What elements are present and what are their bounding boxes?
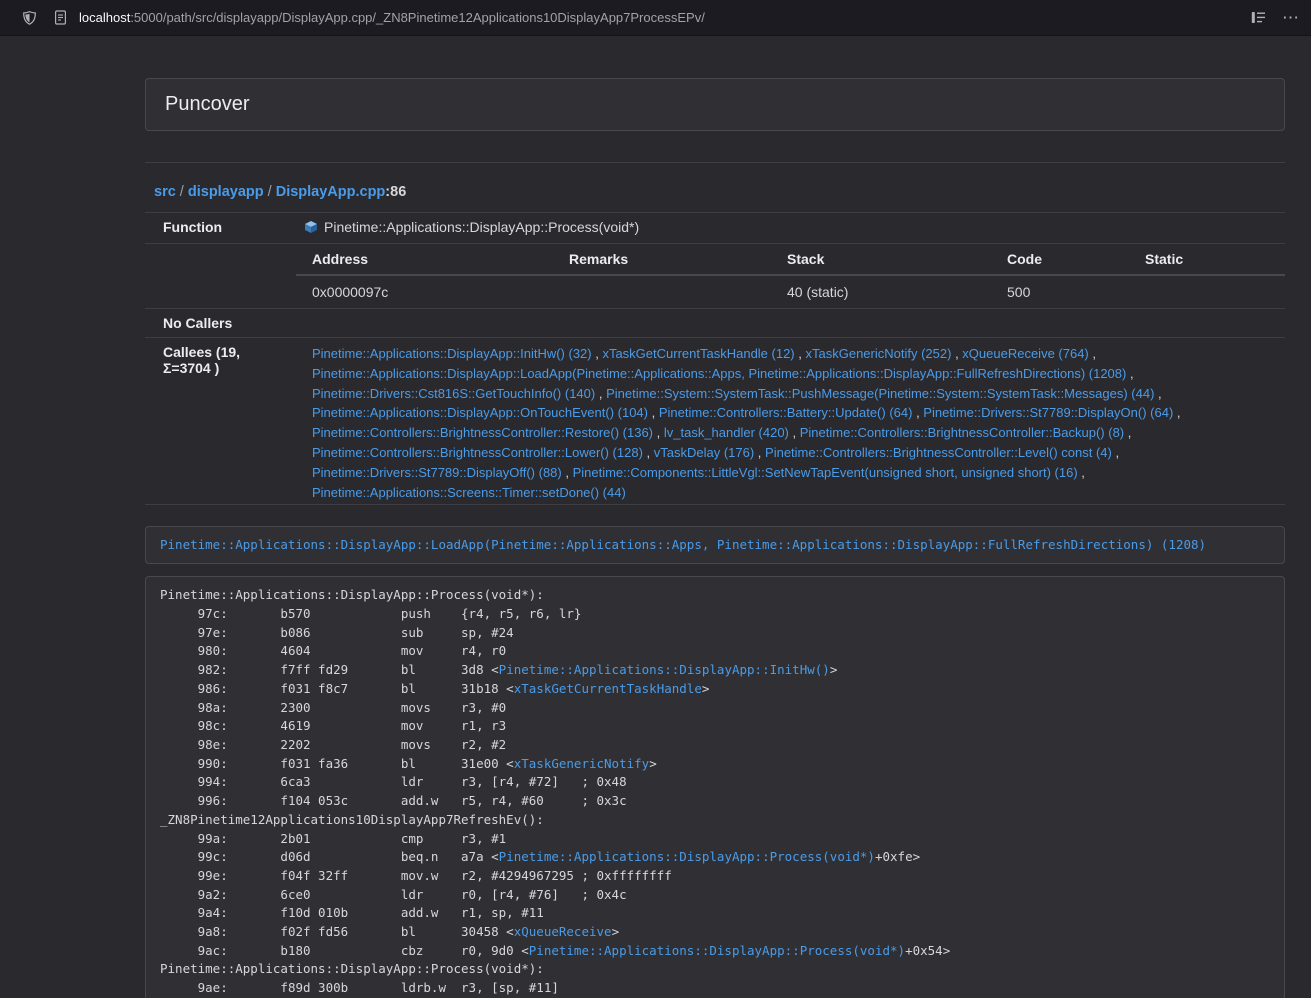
table-row-callers: No Callers: [145, 309, 1285, 338]
function-label: Function: [145, 213, 296, 244]
remarks-value: [553, 275, 771, 308]
empty-label-cell: [145, 244, 296, 309]
callee-link[interactable]: Pinetime::Applications::DisplayApp::Load…: [312, 366, 1126, 381]
divider: [145, 162, 1285, 163]
callee-link[interactable]: Pinetime::Applications::Screens::Timer::…: [312, 485, 626, 500]
breadcrumb-separator: /: [176, 184, 188, 200]
highlighted-symbol-panel: Pinetime::Applications::DisplayApp::Load…: [145, 526, 1285, 564]
callee-link[interactable]: Pinetime::Drivers::St7789::DisplayOff() …: [312, 465, 562, 480]
breadcrumb-separator: /: [264, 184, 276, 200]
disassembly-symbol-link[interactable]: xQueueReceive: [514, 924, 612, 939]
column-header-remarks: Remarks: [553, 244, 771, 275]
callee-link[interactable]: Pinetime::Applications::DisplayApp::Init…: [312, 346, 592, 361]
disassembly-symbol-link[interactable]: xTaskGenericNotify: [514, 756, 649, 771]
callee-link[interactable]: Pinetime::Controllers::BrightnessControl…: [312, 425, 653, 440]
symbol-table: Function Pinetime::Applications::Display…: [145, 212, 1285, 505]
address-value: 0x0000097c: [296, 275, 553, 308]
browser-toolbar: localhost:5000/path/src/displayapp/Displ…: [0, 0, 1311, 36]
table-row-function: Function Pinetime::Applications::Display…: [145, 213, 1285, 244]
breadcrumb-link[interactable]: DisplayApp.cpp: [276, 184, 386, 200]
function-icon: [304, 220, 318, 237]
shield-icon[interactable]: [22, 10, 37, 26]
column-header-stack: Stack: [771, 244, 991, 275]
page-title: Puncover: [165, 93, 1265, 116]
breadcrumb: src / displayapp / DisplayApp.cpp:86: [145, 184, 1285, 200]
disassembly-code: Pinetime::Applications::DisplayApp::Proc…: [145, 576, 1285, 998]
breadcrumb-line-number: :86: [385, 184, 406, 200]
breadcrumb-link[interactable]: displayapp: [188, 184, 264, 200]
callee-link[interactable]: Pinetime::Drivers::Cst816S::GetTouchInfo…: [312, 386, 595, 401]
callees-list: Pinetime::Applications::DisplayApp::Init…: [296, 338, 1285, 505]
static-value: [1129, 275, 1285, 308]
column-header-code: Code: [991, 244, 1129, 275]
details-value-row: 0x0000097c 40 (static) 500: [296, 275, 1285, 308]
callee-link[interactable]: Pinetime::Drivers::St7789::DisplayOn() (…: [923, 405, 1173, 420]
url-path: :5000/path/src/displayapp/DisplayApp.cpp…: [130, 10, 705, 25]
function-name: Pinetime::Applications::DisplayApp::Proc…: [324, 219, 639, 235]
details-cell: Address Remarks Stack Code Static 0x0000…: [296, 244, 1285, 309]
url-domain: localhost: [79, 10, 130, 25]
function-cell: Pinetime::Applications::DisplayApp::Proc…: [296, 213, 1285, 244]
callee-link[interactable]: Pinetime::Controllers::BrightnessControl…: [800, 425, 1124, 440]
disassembly-symbol-link[interactable]: Pinetime::Applications::DisplayApp::Init…: [499, 662, 830, 677]
reader-view-icon[interactable]: [1251, 11, 1266, 24]
callees-label: Callees (19, Σ=3704 ): [145, 338, 296, 505]
callee-link[interactable]: Pinetime::Components::LittleVgl::SetNewT…: [573, 465, 1078, 480]
callee-link[interactable]: xTaskGetCurrentTaskHandle (12): [602, 346, 794, 361]
code-value: 500: [991, 275, 1129, 308]
callee-link[interactable]: vTaskDelay (176): [654, 445, 754, 460]
page-container: Puncover src / displayapp / DisplayApp.c…: [145, 78, 1285, 998]
callee-link[interactable]: Pinetime::Controllers::BrightnessControl…: [312, 445, 643, 460]
callee-link[interactable]: Pinetime::Applications::DisplayApp::OnTo…: [312, 405, 648, 420]
no-callers-label: No Callers: [145, 309, 296, 338]
table-row-callees: Callees (19, Σ=3704 ) Pinetime::Applicat…: [145, 338, 1285, 505]
menu-icon[interactable]: ⋯: [1282, 9, 1299, 26]
callee-link[interactable]: Pinetime::Controllers::BrightnessControl…: [765, 445, 1112, 460]
disassembly-symbol-link[interactable]: Pinetime::Applications::DisplayApp::Proc…: [529, 943, 905, 958]
disassembly-symbol-link[interactable]: xTaskGetCurrentTaskHandle: [514, 681, 702, 696]
column-header-static: Static: [1129, 244, 1285, 275]
page-header: Puncover: [145, 78, 1285, 131]
highlighted-symbol-link[interactable]: Pinetime::Applications::DisplayApp::Load…: [160, 537, 1206, 552]
callers-cell: [296, 309, 1285, 338]
table-row-details: Address Remarks Stack Code Static 0x0000…: [145, 244, 1285, 309]
callee-link[interactable]: Pinetime::System::SystemTask::PushMessag…: [606, 386, 1154, 401]
details-header-row: Address Remarks Stack Code Static: [296, 244, 1285, 275]
callee-link[interactable]: xQueueReceive (764): [962, 346, 1088, 361]
details-table: Address Remarks Stack Code Static 0x0000…: [296, 244, 1285, 308]
callee-link[interactable]: xTaskGenericNotify (252): [806, 346, 952, 361]
breadcrumb-link[interactable]: src: [154, 184, 176, 200]
page-info-icon[interactable]: [54, 10, 67, 25]
url-bar[interactable]: localhost:5000/path/src/displayapp/Displ…: [79, 10, 1237, 25]
callee-link[interactable]: lv_task_handler (420): [664, 425, 789, 440]
callee-link[interactable]: Pinetime::Controllers::Battery::Update()…: [659, 405, 913, 420]
column-header-address: Address: [296, 244, 553, 275]
stack-value: 40 (static): [771, 275, 991, 308]
disassembly-symbol-link[interactable]: Pinetime::Applications::DisplayApp::Proc…: [499, 849, 875, 864]
